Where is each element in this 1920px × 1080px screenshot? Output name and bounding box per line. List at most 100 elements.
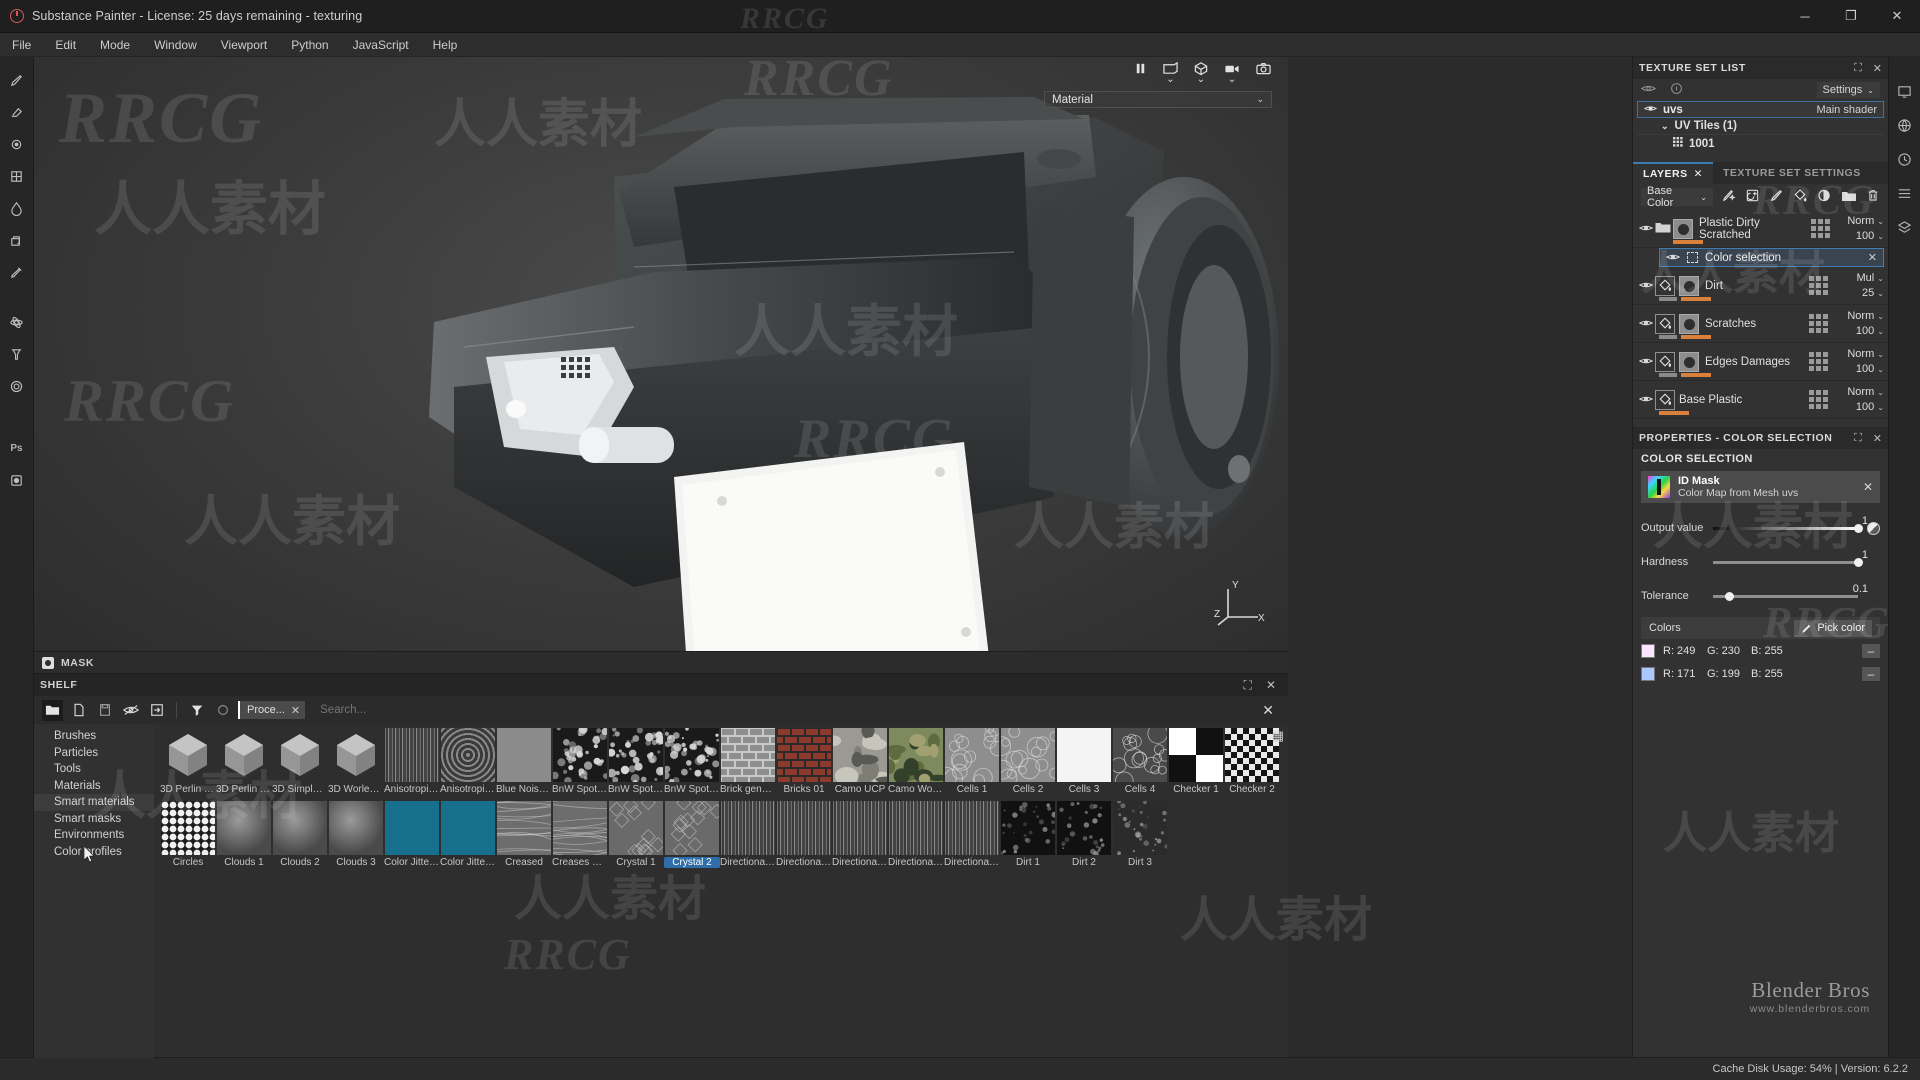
material-mode-dropdown[interactable]: Material ⌄ xyxy=(1044,91,1272,108)
shelf-item[interactable]: 3D Worley ... xyxy=(328,728,384,801)
shelf-category-smart-materials[interactable]: Smart materials xyxy=(34,794,154,811)
add-fill-layer-icon[interactable] xyxy=(1745,188,1760,206)
selected-effect-row[interactable]: Color selection ✕ xyxy=(1659,248,1884,267)
shelf-item[interactable]: Brick gener... xyxy=(720,728,776,801)
history-icon[interactable] xyxy=(1893,147,1917,171)
shelf-item[interactable]: Directional ... xyxy=(720,801,776,874)
uv-tiles-group[interactable]: ⌄ UV Tiles (1) xyxy=(1637,118,1884,135)
slider-knob[interactable] xyxy=(1725,592,1734,601)
layer-visibility-icon[interactable] xyxy=(1639,355,1655,369)
layer-visibility-icon[interactable] xyxy=(1639,279,1655,293)
shelf-item[interactable]: Dirt 3 xyxy=(1112,801,1168,874)
import-icon[interactable] xyxy=(146,700,167,721)
refresh-icon[interactable] xyxy=(212,700,233,721)
layer-row[interactable]: Edges Damages Norm ⌄ 100 ⌄ xyxy=(1633,343,1888,381)
save-icon[interactable] xyxy=(94,700,115,721)
channel-select[interactable]: Base Color ⌄ xyxy=(1641,188,1713,206)
add-mask-icon[interactable] xyxy=(1817,188,1832,206)
shelf-category-particles[interactable]: Particles xyxy=(34,745,154,762)
slider-track[interactable] xyxy=(1713,561,1858,564)
layer-opacity[interactable]: 25 ⌄ xyxy=(1836,286,1884,301)
layer-blend-controls[interactable]: Norm ⌄ 100 ⌄ xyxy=(1836,309,1884,339)
layer-blend-controls[interactable]: Mul ⌄ 25 ⌄ xyxy=(1836,271,1884,301)
environment-icon[interactable] xyxy=(1893,113,1917,137)
shelf-item[interactable]: Cells 3 xyxy=(1056,728,1112,801)
effect-visibility-icon[interactable] xyxy=(1666,251,1680,265)
shelf-item[interactable]: Anisotropic ... xyxy=(440,728,496,801)
id-mask-remove-icon[interactable]: ✕ xyxy=(1863,480,1873,494)
shelf-filter-chip[interactable]: Proce... ✕ xyxy=(238,701,305,719)
shelf-item[interactable]: Directional ... xyxy=(888,801,944,874)
shelf-item[interactable]: Camo UCP xyxy=(832,728,888,801)
shelf-item[interactable]: Dirt 2 xyxy=(1056,801,1112,874)
uv-tile-row[interactable]: 1001 xyxy=(1633,135,1888,152)
maximize-button[interactable]: ❐ xyxy=(1828,0,1874,33)
layer-visibility-icon[interactable] xyxy=(1639,393,1655,407)
layer-opacity[interactable]: 100 ⌄ xyxy=(1836,362,1884,377)
eye-icon[interactable] xyxy=(1644,104,1657,116)
shelf-item[interactable]: Crystal 2 xyxy=(664,801,720,874)
shelf-item[interactable]: 3D Perlin N... xyxy=(160,728,216,801)
shelf-item[interactable]: Circles xyxy=(160,801,216,874)
shelf-item[interactable]: Bricks 01 xyxy=(776,728,832,801)
photoshop-link-tool[interactable]: Ps xyxy=(4,435,30,461)
add-effect-icon[interactable] xyxy=(1721,188,1736,206)
shelf-item[interactable]: Clouds 2 xyxy=(272,801,328,874)
color-swatch[interactable] xyxy=(1641,667,1655,681)
slider-output-value[interactable]: Output value 1 xyxy=(1633,517,1888,543)
texture-set-settings-button[interactable]: Settings ⌄ xyxy=(1817,82,1880,98)
menu-item-viewport[interactable]: Viewport xyxy=(209,33,279,57)
maximize-icon[interactable]: ⛶ xyxy=(1854,432,1862,445)
slider-track[interactable] xyxy=(1713,595,1858,598)
shelf-search-input[interactable] xyxy=(310,700,1251,720)
add-folder-icon[interactable] xyxy=(1841,189,1857,206)
search-clear-icon[interactable]: ✕ xyxy=(1256,702,1280,719)
layer-row[interactable]: Dirt Mul ⌄ 25 ⌄ xyxy=(1633,267,1888,305)
layer-blend-controls[interactable]: Norm ⌄ 100 ⌄ xyxy=(1836,347,1884,377)
shelf-item[interactable]: Crystal 1 xyxy=(608,801,664,874)
layer-visibility-icon[interactable] xyxy=(1639,317,1655,331)
layer-visibility-icon[interactable] xyxy=(1639,222,1655,236)
layer-blend-controls[interactable]: Norm ⌄ 100 ⌄ xyxy=(1836,385,1884,415)
menu-item-edit[interactable]: Edit xyxy=(43,33,88,57)
id-mask-slot[interactable]: ID Mask Color Map from Mesh uvs ✕ xyxy=(1641,471,1880,503)
shelf-item[interactable]: Anisotropic ... xyxy=(384,728,440,801)
view-3d-icon[interactable]: ⌄ xyxy=(1193,61,1209,83)
shelf-item[interactable]: Color Jitter (... xyxy=(384,801,440,874)
shelf-item[interactable]: 3D Perlin N... xyxy=(216,728,272,801)
open-folder-icon[interactable] xyxy=(42,700,63,721)
shelf-item[interactable]: BnW Spots 3 xyxy=(664,728,720,801)
slider-tolerance[interactable]: Tolerance 0.1 xyxy=(1633,585,1888,611)
close-icon[interactable]: ✕ xyxy=(1873,432,1882,445)
filter-chip-close-icon[interactable]: ✕ xyxy=(291,704,300,717)
settings-tool[interactable] xyxy=(4,373,30,399)
shelf-item[interactable]: Clouds 3 xyxy=(328,801,384,874)
shelf-item[interactable]: Camo Woo... xyxy=(888,728,944,801)
close-icon[interactable]: ✕ xyxy=(1694,168,1703,180)
bake-tool[interactable] xyxy=(4,467,30,493)
display-settings-icon[interactable] xyxy=(1893,79,1917,103)
menu-item-file[interactable]: File xyxy=(0,33,43,57)
material-picker-tool[interactable] xyxy=(4,259,30,285)
tab-layers[interactable]: LAYERS ✕ xyxy=(1633,162,1713,184)
smudge-tool[interactable] xyxy=(4,195,30,221)
shelf-item[interactable]: Creased xyxy=(496,801,552,874)
close-button[interactable]: ✕ xyxy=(1874,0,1920,33)
slider-knob[interactable] xyxy=(1854,558,1863,567)
shelf-thumbnail-grid[interactable]: 3D Perlin N...3D Perlin N...3D Simplex .… xyxy=(154,724,1288,1058)
shelf-item[interactable]: Checker 1 xyxy=(1168,728,1224,801)
info-icon[interactable] xyxy=(1670,82,1683,98)
shelf-item[interactable]: Cells 1 xyxy=(944,728,1000,801)
remove-color-button[interactable]: – xyxy=(1862,667,1880,681)
color-entry[interactable]: R: 249 G: 230 B: 255– xyxy=(1641,640,1880,662)
slider-mode-icon[interactable] xyxy=(1867,522,1880,535)
maximize-icon[interactable]: ⛶ xyxy=(1854,62,1862,75)
shelf-list-icon[interactable] xyxy=(1893,181,1917,205)
slider-hardness[interactable]: Hardness 1 xyxy=(1633,551,1888,577)
grid-view-toggle-icon[interactable]: ▦ xyxy=(1272,728,1284,744)
menu-item-window[interactable]: Window xyxy=(142,33,209,57)
shelf-item[interactable]: Creases Soft xyxy=(552,801,608,874)
menu-item-mode[interactable]: Mode xyxy=(88,33,142,57)
layer-row[interactable]: Scratches Norm ⌄ 100 ⌄ xyxy=(1633,305,1888,343)
screenshot-icon[interactable] xyxy=(1255,61,1272,76)
